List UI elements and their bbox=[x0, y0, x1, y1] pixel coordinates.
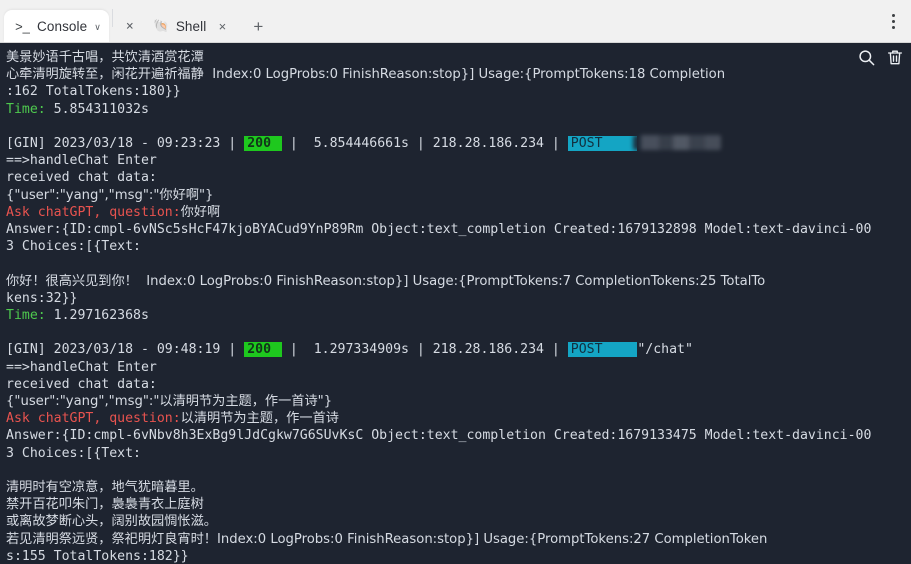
request-path: "/chat" bbox=[637, 342, 693, 358]
terminal-line: received chat data: bbox=[6, 376, 157, 392]
search-icon[interactable] bbox=[857, 48, 876, 67]
terminal-line: kens:32}} bbox=[6, 290, 78, 306]
trash-icon[interactable] bbox=[886, 48, 904, 67]
terminal-line: {"user":"yang","msg":"你好啊"} bbox=[6, 187, 214, 203]
ask-question: 你好啊 bbox=[180, 204, 221, 220]
time-value: 1.297162368s bbox=[53, 308, 149, 324]
terminal-line: Ask chatGPT, question:以清明节为主题，作一首诗 bbox=[6, 410, 911, 427]
ask-label: Ask chatGPT, question: bbox=[6, 204, 181, 220]
gin-prefix: [GIN] 2023/03/18 - 09:23:23 | bbox=[6, 136, 245, 152]
terminal-line: Answer:{ID:cmpl-6vNSc5sHcF47kjoBYACud9Yn… bbox=[6, 222, 872, 238]
terminal-line: s:155 TotalTokens:182}} bbox=[6, 548, 189, 564]
terminal-line: Answer:{ID:cmpl-6vNbv8h3ExBg9lJdCgkw7G6S… bbox=[6, 428, 872, 444]
ask-question: 以清明节为主题，作一首诗 bbox=[180, 411, 339, 427]
terminal-line: {"user":"yang","msg":"以清明节为主题，作一首诗"} bbox=[6, 394, 333, 410]
terminal-line: 清明时有空凉意，地气犹暗暮里。 bbox=[6, 480, 204, 496]
tab-bar: >_ Console ∨ × 🐚 Shell × + bbox=[0, 0, 911, 43]
terminal-line: ==>handleChat Enter bbox=[6, 359, 157, 375]
tab-console-close-icon[interactable]: × bbox=[123, 20, 137, 33]
shell-icon: 🐚 bbox=[153, 18, 170, 33]
terminal-line: Time: 5.854311032s bbox=[6, 101, 911, 118]
terminal-line: 3 Choices:[{Text: bbox=[6, 239, 141, 255]
terminal-line: 若见清明祭远贤，祭祀明灯良宵时！Index:0 LogProbs:0 Finis… bbox=[6, 531, 768, 547]
status-badge: 200 bbox=[244, 136, 282, 152]
terminal-line: Time: 1.297162368s bbox=[6, 307, 911, 324]
terminal-line: received chat data: bbox=[6, 170, 157, 186]
terminal-line: 禁开百花叩朱门，裊裊青衣上庭树 bbox=[6, 497, 204, 513]
terminal-line: [GIN] 2023/03/18 - 09:23:23 | 200 | 5.85… bbox=[6, 135, 911, 152]
console-prompt-icon: >_ bbox=[15, 18, 30, 34]
terminal-action-icons bbox=[857, 48, 904, 67]
gin-prefix: [GIN] 2023/03/18 - 09:48:19 | bbox=[6, 342, 245, 358]
tab-strip: >_ Console ∨ × 🐚 Shell × + bbox=[0, 0, 271, 42]
terminal-line: ==>handleChat Enter bbox=[6, 153, 157, 169]
gin-mid: | 5.854446661s | 218.28.186.234 | bbox=[281, 136, 568, 152]
tab-shell-label: Shell bbox=[175, 18, 207, 34]
terminal-output[interactable]: 美景妙语千古唱，共饮清酒赏花潭心牵清明旋转至，闲花开遍祈福静 Index:0 L… bbox=[0, 43, 911, 564]
time-value: 5.854311032s bbox=[53, 101, 149, 117]
terminal-line: 你好！很高兴见到你！ Index:0 LogProbs:0 FinishReas… bbox=[6, 273, 766, 289]
terminal-line: 心牵清明旋转至，闲花开遍祈福静 Index:0 LogProbs:0 Finis… bbox=[6, 67, 726, 83]
kebab-menu-icon[interactable] bbox=[883, 8, 903, 34]
tab-bar-right bbox=[883, 0, 903, 42]
method-badge: POST bbox=[567, 342, 638, 358]
method-badge: POST bbox=[567, 136, 638, 152]
redacted-url bbox=[633, 135, 722, 151]
terminal-line: :162 TotalTokens:180}} bbox=[6, 84, 181, 100]
terminal-line: [GIN] 2023/03/18 - 09:48:19 | 200 | 1.29… bbox=[6, 341, 911, 358]
tab-shell[interactable]: 🐚 Shell × bbox=[143, 10, 238, 42]
gin-mid: | 1.297334909s | 218.28.186.234 | bbox=[281, 342, 568, 358]
tab-console[interactable]: >_ Console ∨ bbox=[4, 10, 109, 42]
terminal-line: 或离故梦断心头，阔别故园惆怅滋。 bbox=[6, 514, 217, 530]
status-badge: 200 bbox=[244, 342, 282, 358]
time-label: Time: bbox=[6, 101, 54, 117]
chevron-down-icon[interactable]: ∨ bbox=[94, 22, 101, 32]
ask-label: Ask chatGPT, question: bbox=[6, 411, 181, 427]
terminal-line: 3 Choices:[{Text: bbox=[6, 445, 141, 461]
new-tab-button[interactable]: + bbox=[245, 12, 271, 42]
tab-console-label: Console bbox=[37, 18, 88, 34]
terminal-lines: 美景妙语千古唱，共饮清酒赏花潭心牵清明旋转至，闲花开遍祈福静 Index:0 L… bbox=[6, 49, 911, 564]
terminal-line: 美景妙语千古唱，共饮清酒赏花潭 bbox=[6, 50, 204, 65]
tab-divider bbox=[111, 8, 113, 27]
terminal-line: Ask chatGPT, question:你好啊 bbox=[6, 204, 911, 221]
time-label: Time: bbox=[6, 308, 54, 324]
tab-shell-close-icon[interactable]: × bbox=[215, 20, 229, 33]
